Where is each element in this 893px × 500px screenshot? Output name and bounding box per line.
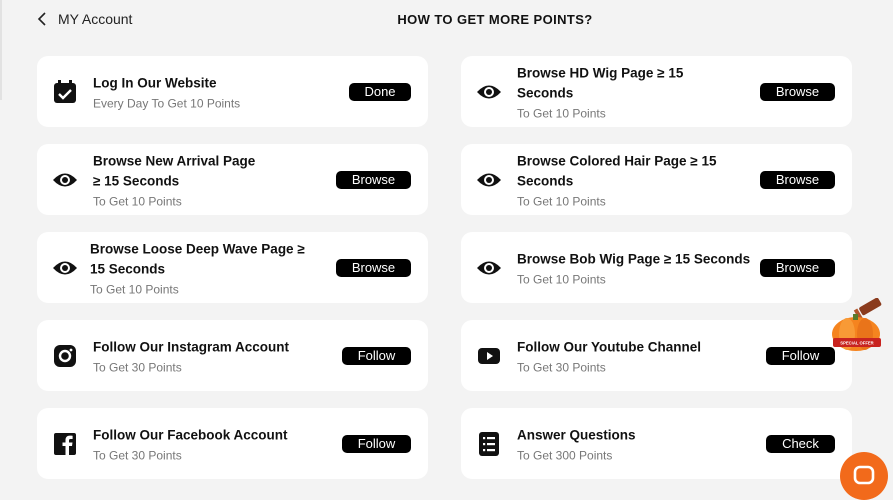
task-name: Follow Our Instagram Account bbox=[93, 339, 290, 354]
follow-button[interactable]: Follow bbox=[342, 434, 411, 453]
task-card-loose-deep-wave: Browse Loose Deep Wave Page ≥ 15 Seconds… bbox=[37, 232, 428, 303]
instagram-icon bbox=[51, 342, 79, 370]
task-name: Browse Bob Wig Page ≥ 15 Seconds bbox=[517, 251, 751, 266]
task-points: To Get 10 Points bbox=[93, 194, 182, 208]
task-card-youtube: Follow Our Youtube Channel To Get 30 Poin… bbox=[461, 320, 852, 391]
chat-icon bbox=[853, 465, 875, 485]
task-card-answer-questions: Answer Questions To Get 300 Points Check bbox=[461, 408, 852, 479]
page-title: HOW TO GET MORE POINTS? bbox=[397, 12, 593, 27]
task-name: Follow Our Facebook Account bbox=[93, 427, 288, 442]
task-card-bob-wig: Browse Bob Wig Page ≥ 15 Seconds To Get 1… bbox=[461, 232, 852, 303]
chat-button[interactable] bbox=[840, 452, 888, 500]
task-points: To Get 30 Points bbox=[517, 360, 606, 374]
done-button[interactable]: Done bbox=[349, 82, 411, 101]
eye-icon bbox=[51, 166, 79, 194]
task-points: To Get 10 Points bbox=[517, 194, 606, 208]
task-points: To Get 10 Points bbox=[90, 282, 179, 296]
list-icon bbox=[475, 430, 503, 458]
check-button[interactable]: Check bbox=[766, 434, 835, 453]
facebook-icon bbox=[51, 430, 79, 458]
task-card-hd-wig: Browse HD Wig Page ≥ 15 Seconds To Get 10… bbox=[461, 56, 852, 127]
task-card-colored-hair: Browse Colored Hair Page ≥ 15 Seconds To … bbox=[461, 144, 852, 215]
browse-button[interactable]: Browse bbox=[760, 82, 835, 101]
task-points: Every Day To Get 10 Points bbox=[93, 96, 241, 110]
follow-button[interactable]: Follow bbox=[342, 346, 411, 365]
task-name: Answer Questions bbox=[517, 427, 636, 442]
browse-button[interactable]: Browse bbox=[336, 170, 411, 189]
task-card-facebook: Follow Our Facebook Account To Get 30 Poi… bbox=[37, 408, 428, 479]
pumpkin-hammer-icon: SPECIAL OFFER bbox=[832, 297, 882, 351]
eye-icon bbox=[475, 78, 503, 106]
browse-button[interactable]: Browse bbox=[336, 258, 411, 277]
svg-text:SPECIAL OFFER: SPECIAL OFFER bbox=[840, 341, 873, 346]
task-name: Browse Loose Deep Wave Page ≥ 15 Seconds bbox=[90, 241, 305, 276]
calendar-check-icon bbox=[51, 78, 79, 106]
task-card-new-arrival: Browse New Arrival Page ≥ 15 Seconds To G… bbox=[37, 144, 428, 215]
task-points: To Get 30 Points bbox=[93, 448, 182, 462]
eye-icon bbox=[475, 166, 503, 194]
task-name: Browse New Arrival Page ≥ 15 Seconds bbox=[93, 153, 256, 188]
halloween-promo-badge[interactable]: SPECIAL OFFER bbox=[829, 297, 887, 358]
task-points: To Get 10 Points bbox=[517, 272, 606, 286]
follow-button[interactable]: Follow bbox=[766, 346, 835, 365]
task-points: To Get 30 Points bbox=[93, 360, 182, 374]
youtube-icon bbox=[475, 342, 503, 370]
eye-icon bbox=[475, 254, 503, 282]
browse-button[interactable]: Browse bbox=[760, 170, 835, 189]
task-points: To Get 300 Points bbox=[517, 448, 613, 462]
eye-icon bbox=[51, 254, 79, 282]
task-points: To Get 10 Points bbox=[517, 106, 606, 120]
task-name: Log In Our Website bbox=[93, 75, 217, 90]
browse-button[interactable]: Browse bbox=[760, 258, 835, 277]
task-name: Browse Colored Hair Page ≥ 15 Seconds bbox=[517, 153, 717, 188]
task-card-instagram: Follow Our Instagram Account To Get 30 Po… bbox=[37, 320, 428, 391]
task-name: Browse HD Wig Page ≥ 15 Seconds bbox=[517, 65, 684, 100]
task-card-login: Log In Our Website Every Day To Get 10 Po… bbox=[37, 56, 428, 127]
task-name: Follow Our Youtube Channel bbox=[517, 339, 701, 354]
